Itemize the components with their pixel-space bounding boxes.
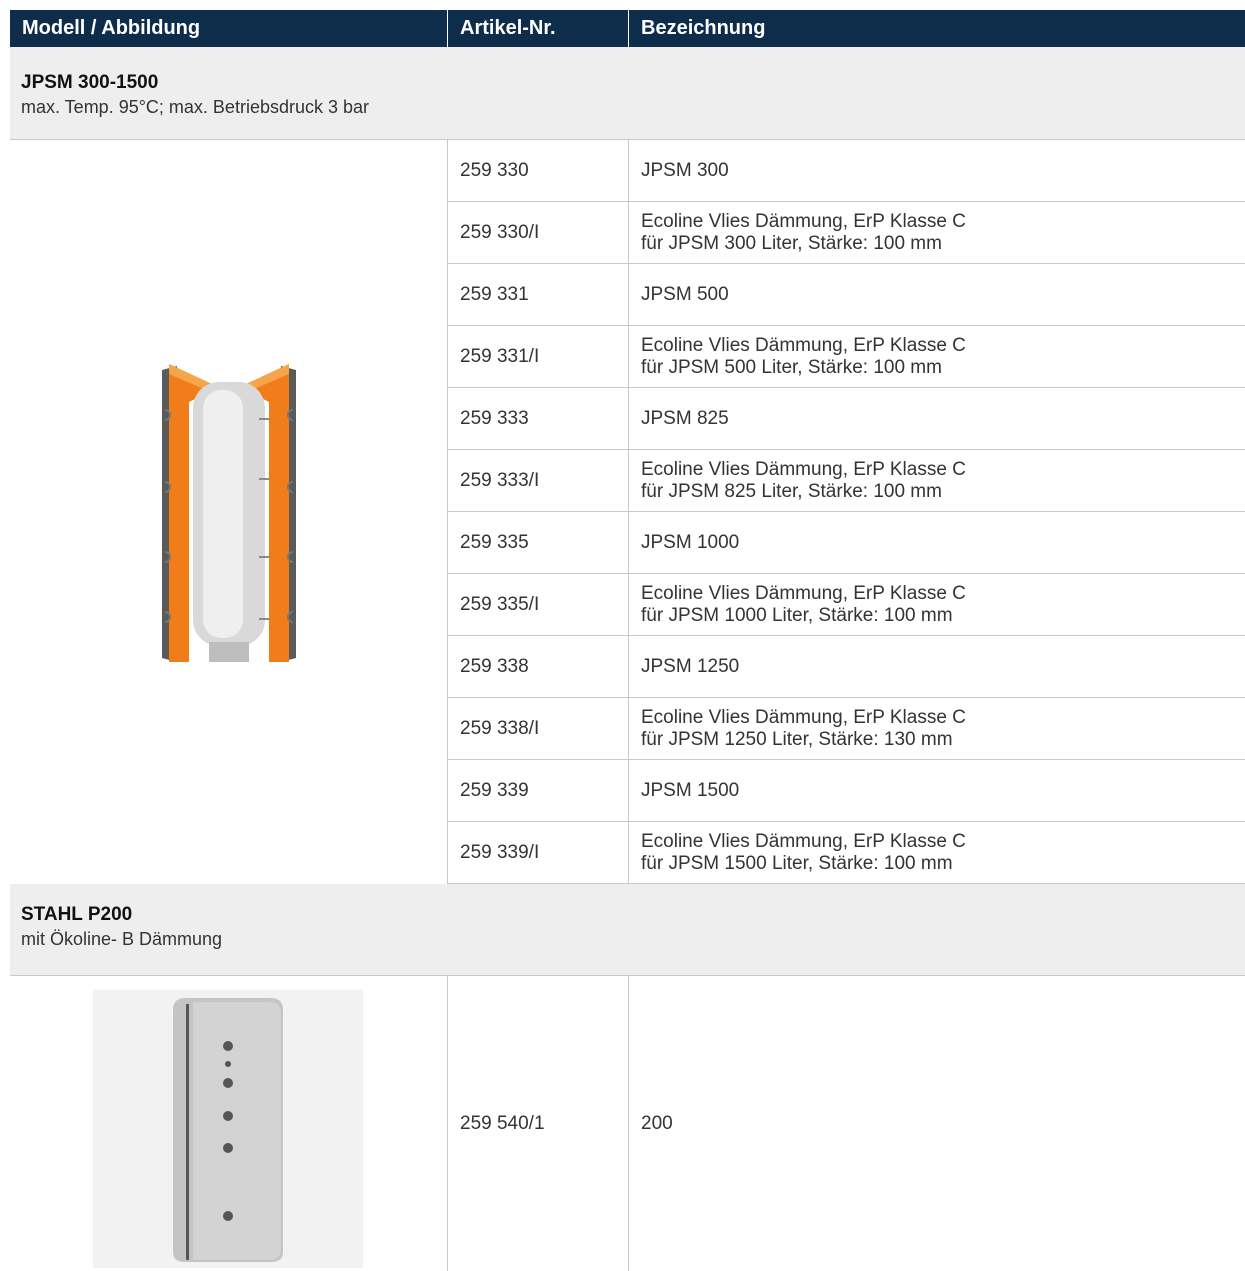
model-image-cell xyxy=(10,976,448,1271)
section-stahl: STAHL P200 mit Ökoline- B Dämmung xyxy=(10,884,1245,976)
description-line: Ecoline Vlies Dämmung, ErP Klasse C xyxy=(641,582,966,604)
steel-tank-image xyxy=(93,990,363,1268)
table-row: 259 339 JPSM 1500 xyxy=(448,760,1245,822)
section-note: mit Ökoline- B Dämmung xyxy=(21,929,223,949)
description-line: JPSM 1000 xyxy=(641,531,740,553)
description-line: JPSM 500 xyxy=(641,283,729,305)
model-image-cell xyxy=(10,140,448,884)
description: Ecoline Vlies Dämmung, ErP Klasse Cfür J… xyxy=(629,574,1245,635)
section-title: STAHL P200 xyxy=(21,904,133,925)
description: JPSM 1250 xyxy=(629,636,1245,697)
table-row: 259 331 JPSM 500 xyxy=(448,264,1245,326)
article-number: 259 339 xyxy=(448,760,629,821)
article-number: 259 330 xyxy=(448,140,629,201)
article-number: 259 335/I xyxy=(448,574,629,635)
description: Ecoline Vlies Dämmung, ErP Klasse Cfür J… xyxy=(629,698,1245,759)
article-number: 259 330/I xyxy=(448,202,629,263)
description: 200 xyxy=(629,976,1245,1271)
description-line: Ecoline Vlies Dämmung, ErP Klasse C xyxy=(641,458,966,480)
article-rows: 259 330 JPSM 300 259 330/I Ecoline Vlies D… xyxy=(448,140,1245,884)
article-rows: 259 540/1 200 xyxy=(448,976,1245,1271)
description: JPSM 1500 xyxy=(629,760,1245,821)
description-line: Ecoline Vlies Dämmung, ErP Klasse C xyxy=(641,706,966,728)
description: Ecoline Vlies Dämmung, ErP Klasse Cfür J… xyxy=(629,326,1245,387)
product-table: Modell / Abbildung Artikel-Nr. Bezeichnu… xyxy=(10,10,1245,1271)
article-number: 259 335 xyxy=(448,512,629,573)
article-number: 259 333/I xyxy=(448,450,629,511)
table-row: 259 338/I Ecoline Vlies Dämmung, ErP Klas… xyxy=(448,698,1245,760)
table-row: 259 540/1 200 xyxy=(448,976,1245,1271)
section-title: JPSM 300-1500 xyxy=(21,72,159,93)
table-row: 259 339/I Ecoline Vlies Dämmung, ErP Klas… xyxy=(448,822,1245,884)
section-note: max. Temp. 95°C; max. Betriebsdruck 3 ba… xyxy=(21,97,370,117)
table-row: 259 330 JPSM 300 xyxy=(448,140,1245,202)
section-jpsm: JPSM 300-1500 max. Temp. 95°C; max. Betr… xyxy=(10,47,1245,140)
table-row: 259 335 JPSM 1000 xyxy=(448,512,1245,574)
article-number: 259 338 xyxy=(448,636,629,697)
table-row: 259 330/I Ecoline Vlies Dämmung, ErP Klas… xyxy=(448,202,1245,264)
description-line: JPSM 825 xyxy=(641,407,729,429)
description-line: für JPSM 500 Liter, Stärke: 100 mm xyxy=(641,356,942,378)
article-number: 259 338/I xyxy=(448,698,629,759)
description: JPSM 500 xyxy=(629,264,1245,325)
header-article: Artikel-Nr. xyxy=(448,10,629,47)
description-line: 200 xyxy=(641,1112,673,1134)
article-number: 259 540/1 xyxy=(448,976,629,1271)
description-line: für JPSM 1500 Liter, Stärke: 100 mm xyxy=(641,852,953,874)
article-number: 259 331/I xyxy=(448,326,629,387)
table-row: 259 333/I Ecoline Vlies Dämmung, ErP Klas… xyxy=(448,450,1245,512)
description: JPSM 300 xyxy=(629,140,1245,201)
description: Ecoline Vlies Dämmung, ErP Klasse Cfür J… xyxy=(629,202,1245,263)
header-description: Bezeichnung xyxy=(641,17,766,39)
description: Ecoline Vlies Dämmung, ErP Klasse Cfür J… xyxy=(629,822,1245,883)
header-model: Modell / Abbildung xyxy=(10,10,448,47)
description: JPSM 825 xyxy=(629,388,1245,449)
buffer-tank-cutaway-image xyxy=(162,364,296,662)
description-line: für JPSM 300 Liter, Stärke: 100 mm xyxy=(641,232,942,254)
description-line: Ecoline Vlies Dämmung, ErP Klasse C xyxy=(641,334,966,356)
description: JPSM 1000 xyxy=(629,512,1245,573)
table-header: Modell / Abbildung Artikel-Nr. Bezeichnu… xyxy=(10,10,1245,47)
description-line: Ecoline Vlies Dämmung, ErP Klasse C xyxy=(641,830,966,852)
description-line: für JPSM 1250 Liter, Stärke: 130 mm xyxy=(641,728,953,750)
description-line: JPSM 1500 xyxy=(641,779,740,801)
description: Ecoline Vlies Dämmung, ErP Klasse Cfür J… xyxy=(629,450,1245,511)
table-row: 259 335/I Ecoline Vlies Dämmung, ErP Klas… xyxy=(448,574,1245,636)
article-number: 259 333 xyxy=(448,388,629,449)
table-row: 259 338 JPSM 1250 xyxy=(448,636,1245,698)
description-line: JPSM 1250 xyxy=(641,655,740,677)
section-jpsm-body: 259 330 JPSM 300 259 330/I Ecoline Vlies D… xyxy=(10,140,1245,884)
description-line: JPSM 300 xyxy=(641,159,729,181)
article-number: 259 339/I xyxy=(448,822,629,883)
description-line: für JPSM 1000 Liter, Stärke: 100 mm xyxy=(641,604,953,626)
table-row: 259 331/I Ecoline Vlies Dämmung, ErP Klas… xyxy=(448,326,1245,388)
article-number: 259 331 xyxy=(448,264,629,325)
table-row: 259 333 JPSM 825 xyxy=(448,388,1245,450)
description-line: für JPSM 825 Liter, Stärke: 100 mm xyxy=(641,480,942,502)
section-stahl-body: 259 540/1 200 xyxy=(10,976,1245,1271)
description-line: Ecoline Vlies Dämmung, ErP Klasse C xyxy=(641,210,966,232)
